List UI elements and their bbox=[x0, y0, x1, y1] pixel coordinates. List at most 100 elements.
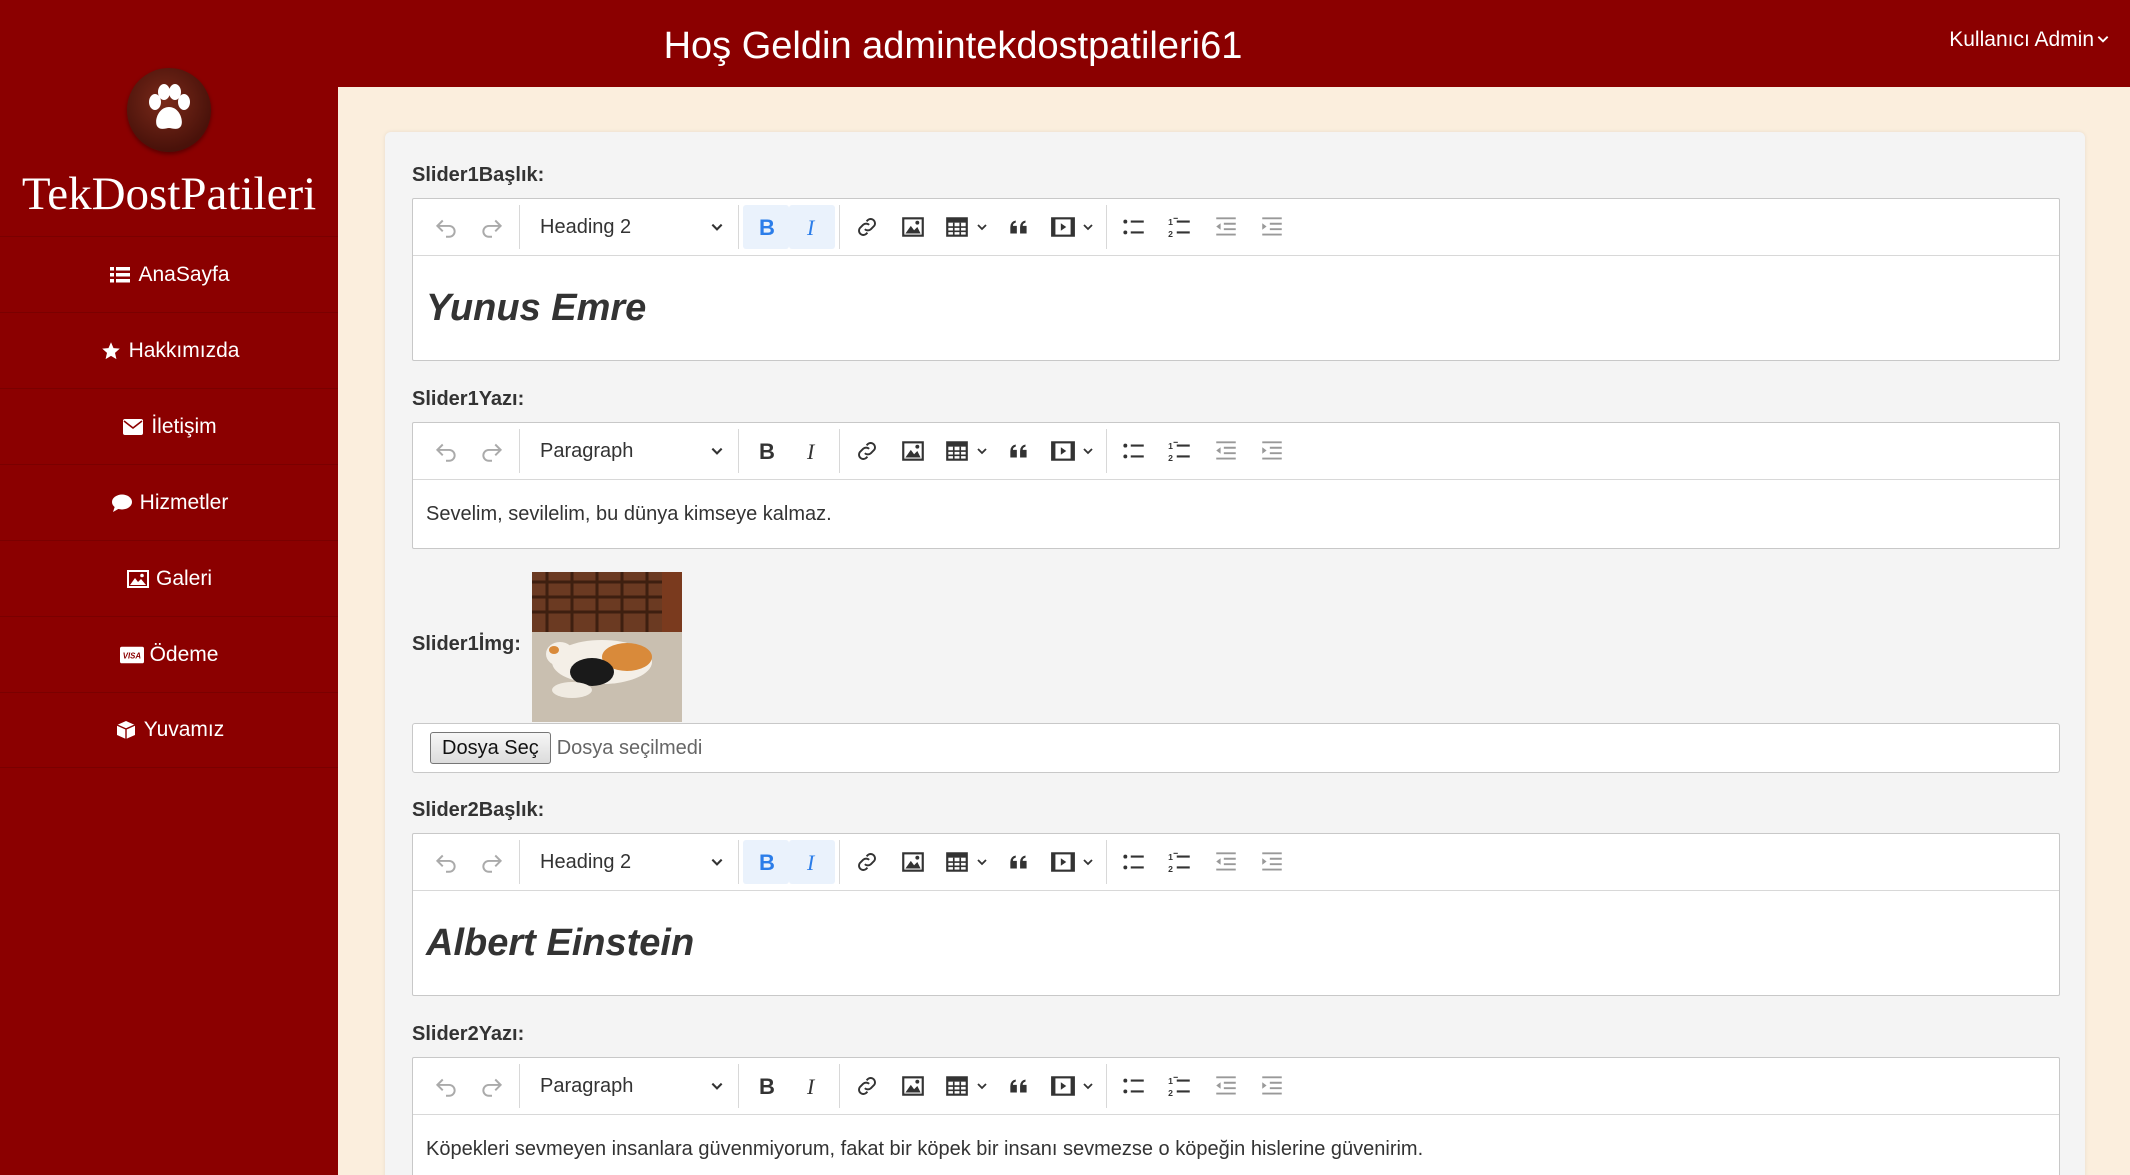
sidebar-item-label: Galeri bbox=[155, 566, 213, 590]
insert-media-button[interactable] bbox=[1042, 205, 1102, 249]
redo-button[interactable] bbox=[469, 429, 515, 473]
user-menu-dropdown[interactable]: Kullanıcı Admin bbox=[1949, 28, 2110, 52]
slider-form-card: Slider1Başlık: Heading 2 B I Yunus Emre … bbox=[385, 132, 2085, 1175]
heading-select[interactable]: Heading 2 bbox=[524, 840, 734, 884]
slider1-image-row: Slider1İmg: bbox=[412, 572, 812, 722]
bulleted-list-button[interactable] bbox=[1111, 429, 1157, 473]
indent-button[interactable] bbox=[1249, 429, 1295, 473]
outdent-button[interactable] bbox=[1203, 205, 1249, 249]
outdent-button[interactable] bbox=[1203, 1064, 1249, 1108]
insert-image-button[interactable] bbox=[890, 205, 936, 249]
insert-table-button[interactable] bbox=[936, 840, 996, 884]
sidebar-item-iletisim[interactable]: İletişim bbox=[0, 388, 338, 464]
insert-table-button[interactable] bbox=[936, 1064, 996, 1108]
insert-table-button[interactable] bbox=[936, 205, 996, 249]
italic-button[interactable]: I bbox=[789, 429, 835, 473]
link-button[interactable] bbox=[844, 429, 890, 473]
blockquote-button[interactable] bbox=[996, 840, 1042, 884]
numbered-list-button[interactable] bbox=[1157, 840, 1203, 884]
undo-button[interactable] bbox=[423, 429, 469, 473]
italic-button[interactable]: I bbox=[789, 1064, 835, 1108]
editor-content[interactable]: Yunus Emre bbox=[413, 256, 2059, 360]
sidebar-item-hakkimizda[interactable]: Hakkımızda bbox=[0, 312, 338, 388]
numbered-list-button[interactable] bbox=[1157, 429, 1203, 473]
chevron-down-icon bbox=[1082, 221, 1094, 233]
editor-content[interactable]: Köpekleri sevmeyen insanlara güvenmiyoru… bbox=[413, 1115, 2059, 1175]
undo-button[interactable] bbox=[423, 1064, 469, 1108]
undo-button[interactable] bbox=[423, 840, 469, 884]
bold-button[interactable]: B bbox=[743, 429, 789, 473]
chevron-down-icon bbox=[976, 856, 988, 868]
choose-file-button[interactable]: Dosya Seç bbox=[430, 732, 551, 764]
brand-name[interactable]: TekDostPatileri bbox=[0, 168, 338, 220]
italic-button[interactable]: I bbox=[789, 840, 835, 884]
insert-media-button[interactable] bbox=[1042, 840, 1102, 884]
bold-button[interactable]: B bbox=[743, 1064, 789, 1108]
heading-select[interactable]: Paragraph bbox=[524, 429, 734, 473]
sidebar-item-label: Hakkımızda bbox=[128, 338, 240, 362]
quote-icon bbox=[1006, 214, 1032, 240]
insert-image-button[interactable] bbox=[890, 1064, 936, 1108]
sidebar-item-odeme[interactable]: VISA Ödeme bbox=[0, 616, 338, 692]
bulleted-list-button[interactable] bbox=[1111, 1064, 1157, 1108]
media-icon bbox=[1050, 214, 1076, 240]
insert-media-button[interactable] bbox=[1042, 429, 1102, 473]
insert-media-button[interactable] bbox=[1042, 1064, 1102, 1108]
sidebar-item-anasayfa[interactable]: AnaSayfa bbox=[0, 236, 338, 312]
bulleted-list-button[interactable] bbox=[1111, 840, 1157, 884]
file-status: Dosya seçilmedi bbox=[556, 736, 703, 759]
indent-button[interactable] bbox=[1249, 1064, 1295, 1108]
insert-image-button[interactable] bbox=[890, 429, 936, 473]
blockquote-button[interactable] bbox=[996, 1064, 1042, 1108]
heading-select[interactable]: Paragraph bbox=[524, 1064, 734, 1108]
image-icon bbox=[900, 214, 926, 240]
indent-button[interactable] bbox=[1249, 840, 1295, 884]
link-icon bbox=[854, 849, 880, 875]
blockquote-button[interactable] bbox=[996, 205, 1042, 249]
media-icon bbox=[1050, 438, 1076, 464]
outdent-icon bbox=[1213, 214, 1239, 240]
bulleted-list-button[interactable] bbox=[1111, 205, 1157, 249]
sidebar-item-galeri[interactable]: Galeri bbox=[0, 540, 338, 616]
redo-button[interactable] bbox=[469, 205, 515, 249]
blockquote-button[interactable] bbox=[996, 429, 1042, 473]
numbered-list-button[interactable] bbox=[1157, 1064, 1203, 1108]
bold-button[interactable]: B bbox=[743, 205, 789, 249]
outdent-icon bbox=[1213, 1073, 1239, 1099]
top-bar: Hoş Geldin admintekdostpatileri61 Kullan… bbox=[338, 0, 2130, 87]
bold-button[interactable]: B bbox=[743, 840, 789, 884]
cube-icon bbox=[114, 719, 138, 741]
slider1-file-input[interactable]: Dosya Seç Dosya seçilmedi bbox=[412, 723, 2060, 773]
link-button[interactable] bbox=[844, 205, 890, 249]
paw-logo-icon[interactable] bbox=[127, 68, 211, 152]
bold-icon: B bbox=[759, 439, 775, 463]
link-button[interactable] bbox=[844, 1064, 890, 1108]
italic-button[interactable]: I bbox=[789, 205, 835, 249]
heading-select-value: Paragraph bbox=[540, 439, 634, 462]
redo-button[interactable] bbox=[469, 1064, 515, 1108]
sidebar-item-hizmetler[interactable]: Hizmetler bbox=[0, 464, 338, 540]
toolbar-divider bbox=[738, 205, 739, 249]
chevron-down-icon bbox=[1082, 445, 1094, 457]
editor-content[interactable]: Sevelim, sevilelim, bu dünya kimseye kal… bbox=[413, 480, 2059, 548]
heading-select-value: Heading 2 bbox=[540, 850, 632, 873]
sidebar-item-yuvamiz[interactable]: Yuvamız bbox=[0, 692, 338, 768]
list-icon bbox=[108, 264, 132, 286]
outdent-button[interactable] bbox=[1203, 840, 1249, 884]
undo-button[interactable] bbox=[423, 205, 469, 249]
outdent-button[interactable] bbox=[1203, 429, 1249, 473]
chevron-down-icon bbox=[710, 220, 724, 234]
insert-image-button[interactable] bbox=[890, 840, 936, 884]
bulleted-list-icon bbox=[1121, 214, 1147, 240]
redo-button[interactable] bbox=[469, 840, 515, 884]
heading-select[interactable]: Heading 2 bbox=[524, 205, 734, 249]
toolbar-divider bbox=[738, 840, 739, 884]
editor-content[interactable]: Albert Einstein bbox=[413, 891, 2059, 995]
link-button[interactable] bbox=[844, 840, 890, 884]
editor-toolbar: Heading 2 B I bbox=[413, 834, 2059, 891]
redo-icon bbox=[479, 214, 505, 240]
slider1-text-label: Slider1Yazı: bbox=[412, 388, 525, 410]
insert-table-button[interactable] bbox=[936, 429, 996, 473]
indent-button[interactable] bbox=[1249, 205, 1295, 249]
numbered-list-button[interactable] bbox=[1157, 205, 1203, 249]
